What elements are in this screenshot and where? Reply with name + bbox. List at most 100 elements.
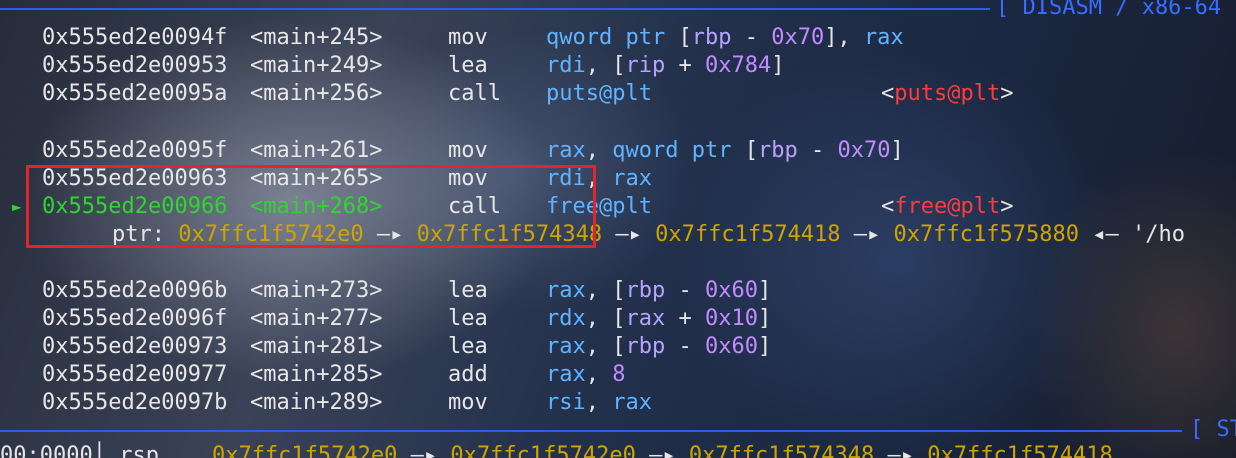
operand-token: , [ [585,53,626,78]
disasm-line[interactable]: 0x555ed2e00977 <main+285> add rax, 8 [0,361,1236,389]
operand-token: [ [678,25,692,50]
instr-symbol: <main+281> [250,334,383,359]
instr-operands: qword ptr [rbp - 0x70], rax [546,24,904,52]
operand-token: 0x10 [705,306,758,331]
disasm-header-rule [0,8,990,10]
instr-symbol: <main+277> [250,306,383,331]
operand-token: ] [757,306,772,331]
instr-operands: rsi, rax [546,389,652,417]
instr-address: 0x555ed2e0097b [42,390,228,415]
instr-address: 0x555ed2e0096f [42,306,228,331]
string-arrow: ◂— [1092,222,1119,247]
operand-token: ] [757,278,772,303]
operand-token: rbp [757,138,798,163]
operand-token: , [585,138,613,163]
instr-mnemonic: mov [448,390,488,415]
instr-symbol: <main+245> [250,25,383,50]
instr-mnemonic: mov [448,138,488,163]
operand-token: rbp [691,25,732,50]
instr-mnemonic: add [448,362,488,387]
instr-symbol: <main+289> [250,390,383,415]
operand-token: - [665,334,705,359]
operand-token: rdx [546,306,586,331]
note-close: > [1000,194,1014,219]
call-target-note: <puts@plt> [881,80,1013,108]
instr-operands: rax, [rbp - 0x60] [546,277,771,305]
operand-token: + [665,306,705,331]
note-symbol: free@plt [894,194,1001,219]
call-target-note: <free@plt> [881,193,1013,221]
operand-token: rbp [625,334,666,359]
instr-address: 0x555ed2e0094f [42,25,228,50]
operand-token: 0x60 [705,278,758,303]
instr-operands: rdx, [rax + 0x10] [546,305,771,333]
operand-token: - [797,138,838,163]
disasm-line[interactable]: 0x555ed2e00973 <main+281> lea rax, [rbp - 0… [0,333,1236,361]
instr-symbol: <main+256> [250,81,383,106]
operand-token: - [731,25,772,50]
operand-token: rax [546,278,586,303]
stack-line: 00:0000│ rsp 0x7ffc1f5742e0 —▸ 0x7ffc1f5… [0,442,1113,458]
instr-address: 0x555ed2e00953 [42,53,228,78]
disasm-line[interactable]: 0x555ed2e0096f <main+277> lea rdx, [rax + 0… [0,305,1236,333]
operand-token: ] [771,53,785,78]
deref-arrow: —▸ [615,222,642,247]
disasm-line[interactable]: 0x555ed2e0097b <main+289> mov rsi, rax [0,389,1236,417]
operand-token: ] [890,138,904,163]
divider: │ [92,443,120,458]
stack-pointer-value: 0x7ffc1f574348 [688,443,875,458]
operand-token: rax [863,25,904,50]
instr-mnemonic: lea [448,278,488,303]
instr-operands: puts@plt [546,80,652,108]
disasm-line[interactable]: 0x555ed2e0094f <main+245> mov qword ptr [rb… [0,24,1236,52]
operand-token: qword ptr [546,25,679,50]
operand-token: rax [546,334,586,359]
operand-token: , [ [585,306,626,331]
instr-symbol: <main+273> [250,278,383,303]
instr-address: 0x555ed2e00973 [42,334,228,359]
operand-token: rbp [625,278,666,303]
disasm-line[interactable]: 0x555ed2e0095a <main+256> call puts@plt <put… [0,80,1236,108]
instr-mnemonic: mov [448,25,488,50]
deref-arrow: —▸ [853,222,881,247]
note-open: < [881,81,895,106]
disasm-line[interactable]: 0x555ed2e0096b <main+273> lea rax, [rbp - 0… [0,277,1236,305]
highlight-box [26,165,596,248]
operand-token: 0x70 [771,25,825,50]
operand-token: rax [546,138,586,163]
instr-symbol: <main+249> [250,53,383,78]
instr-symbol: <main+285> [250,362,383,387]
operand-token: 8 [612,362,626,387]
terminal-window: [ DISASM / x86-64 ] 0x555ed2e0094f <main+… [0,0,1236,458]
instr-operands: rax, [rbp - 0x60] [546,333,771,361]
string-value: '/ho [1131,222,1185,247]
disasm-header-label: [ DISASM / x86-64 ] [996,0,1236,20]
stack-header-rule [0,430,1182,432]
operand-token: puts@plt [546,81,652,106]
instr-mnemonic: lea [448,306,488,331]
stack-header-label: [ STACK ] [1190,417,1236,442]
operand-token: + [665,53,705,78]
stack-pointer-value: 0x7ffc1f5742e0 [450,443,636,458]
operand-token: , [585,362,613,387]
operand-token: rsi [546,390,586,415]
operand-token: ], [824,25,864,50]
disasm-line[interactable]: 0x555ed2e00953 <main+249> lea rdi, [rip + 0… [0,52,1236,80]
deref-arrow: —▸ [649,443,676,458]
operand-token: rax [612,390,652,415]
stack-offset: 00:0000 [0,443,93,458]
instr-operands: rdi, [rip + 0x784] [546,52,784,80]
operand-token: , [ [585,278,626,303]
deref-arrow: —▸ [410,443,438,458]
disasm-line[interactable]: 0x555ed2e0095f <main+261> mov rax, qword pt… [0,137,1236,165]
operand-token: rax [625,306,666,331]
operand-token: , [ [585,334,626,359]
